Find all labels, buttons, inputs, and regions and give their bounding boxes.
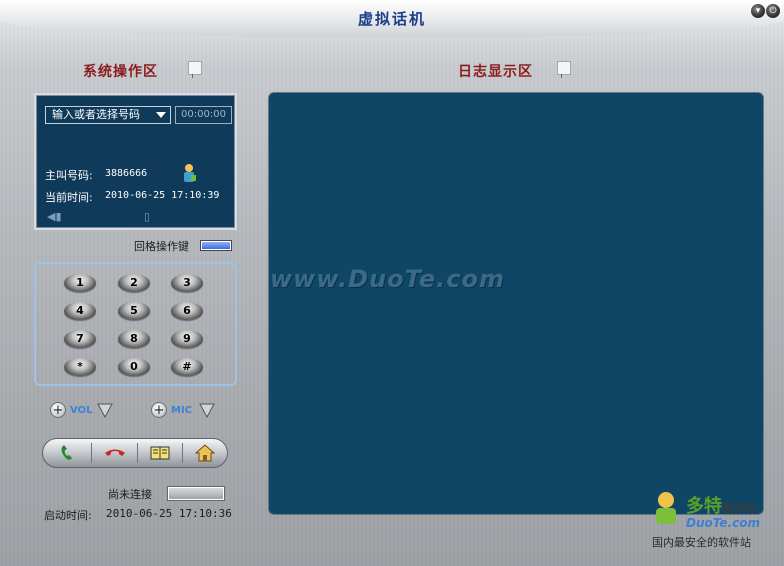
home-button[interactable] [183,441,227,465]
back-button[interactable] [201,241,231,250]
number-select-value: 输入或者选择号码 [52,108,140,121]
key-3[interactable]: 3 [171,274,203,292]
minimize-button[interactable]: ▾ [751,4,765,18]
connection-status-label: 尚未连接 [108,488,152,501]
toolbar-divider [91,443,92,463]
key-8[interactable]: 8 [118,330,150,348]
call-timer: 00:00:00 [175,106,232,124]
user-icon[interactable] [181,163,197,183]
volume-down-button[interactable] [96,401,114,419]
key-hash[interactable]: # [171,358,203,376]
connection-status-indicator [168,487,224,500]
app-window: 虚拟话机 ▾ ⏻ 系统操作区 输入或者选择号码 00:00:00 主叫号码: 3… [0,0,784,566]
handset-icon[interactable]: ▯ [144,210,150,223]
caller-value: 3886666 [105,168,148,179]
window-title: 虚拟话机 [357,10,426,28]
brand-suffix: 软件站 [722,502,755,515]
key-0[interactable]: 0 [118,358,150,376]
current-time-label: 当前时间: [45,191,93,204]
start-time-value: 2010-06-25 17:10:36 [106,507,232,520]
keypad: 1 2 3 4 5 6 7 8 9 * 0 # [34,262,237,386]
current-time-value: 2010-06-25 17:10:39 [105,190,220,201]
start-time-label: 启动时间: [44,509,92,522]
answer-call-button[interactable] [47,441,91,465]
brand-slogan: 国内最安全的软件站 [652,536,751,549]
close-button[interactable]: ⏻ [766,4,780,18]
phonebook-button[interactable] [138,441,182,465]
key-1[interactable]: 1 [64,274,96,292]
key-4[interactable]: 4 [64,302,96,320]
number-select[interactable]: 输入或者选择号码 [45,106,171,124]
key-5[interactable]: 5 [118,302,150,320]
book-icon [150,446,170,460]
key-2[interactable]: 2 [118,274,150,292]
volume-up-button[interactable]: + [50,402,66,418]
key-7[interactable]: 7 [64,330,96,348]
phone-hangup-icon [105,449,125,456]
key-star[interactable]: * [64,358,96,376]
hang-up-button[interactable] [93,441,137,465]
log-display-title: 日志显示区 [458,64,533,80]
mic-label: MIC [171,405,193,416]
home-icon [195,444,215,462]
caller-label: 主叫号码: [45,169,93,182]
brand-name: 多特软件站 [686,492,755,518]
mic-down-button[interactable] [198,401,216,419]
call-toolbar [42,438,228,468]
title-bar: 虚拟话机 ▾ ⏻ [0,0,784,38]
mic-up-button[interactable]: + [151,402,167,418]
back-button-label: 回格操作键 [134,240,189,253]
brand-badge: 多特软件站 DuoTe.com 国内最安全的软件站 [650,486,784,556]
phone-answer-icon [61,445,72,460]
pin-icon[interactable] [557,61,571,78]
key-9[interactable]: 9 [171,330,203,348]
chevron-down-icon [156,112,166,118]
system-operation-title: 系统操作区 [83,64,158,80]
brand-url: DuoTe.com [686,516,760,530]
volume-label: VOL [70,405,93,416]
brand-name-text: 多特 [686,496,722,517]
speaker-icon[interactable]: ◀▮ [47,210,62,223]
pin-icon[interactable] [188,61,202,78]
key-6[interactable]: 6 [171,302,203,320]
watermark-text: www.DuoTe.com [270,265,505,293]
log-display-area[interactable] [268,92,764,515]
brand-logo-icon [656,492,676,524]
info-panel: 输入或者选择号码 00:00:00 主叫号码: 3886666 当前时间: 20… [34,93,237,230]
